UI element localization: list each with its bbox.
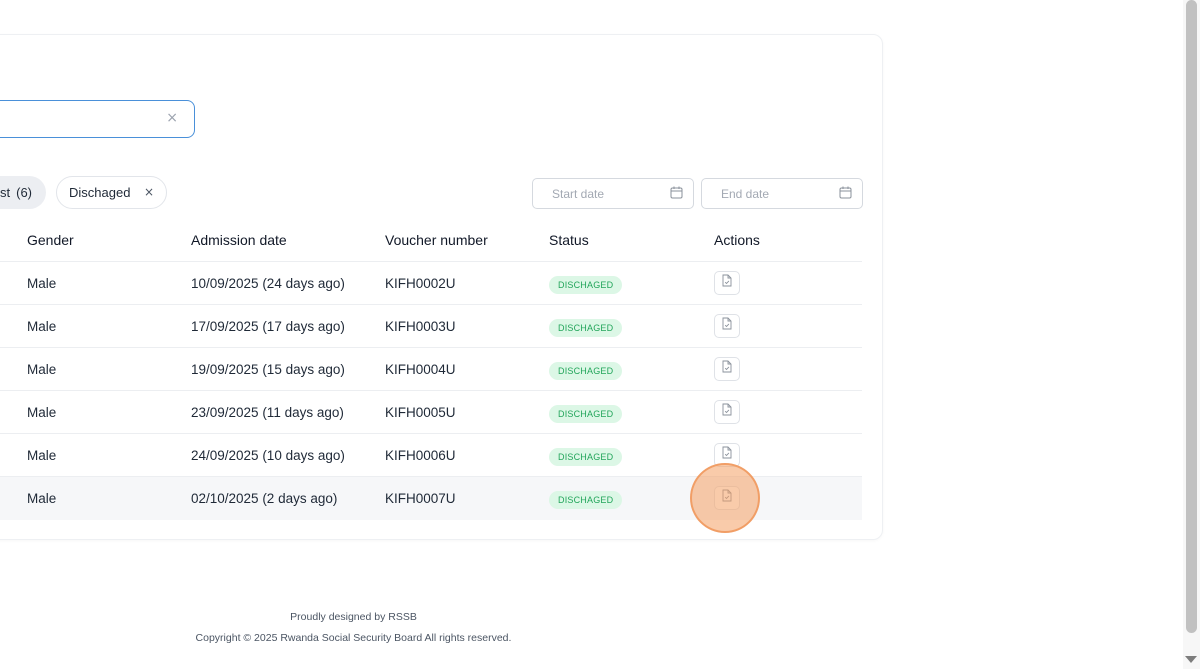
cell-gender: Male	[27, 319, 57, 334]
status-badge: DISCHAGED	[549, 491, 623, 509]
calendar-icon	[839, 186, 852, 199]
document-check-icon	[721, 403, 733, 421]
cell-admission-date: 23/09/2025 (11 days ago)	[191, 405, 344, 420]
start-date-picker[interactable]	[532, 178, 694, 209]
status-badge: DISCHAGED	[549, 276, 623, 294]
end-date-input[interactable]	[702, 179, 822, 208]
column-header-voucher-number: Voucher number	[385, 232, 488, 248]
cell-voucher-number: KIFH0002U	[385, 276, 456, 291]
status-badge: DISCHAGED	[549, 405, 623, 423]
cell-gender: Male	[27, 405, 57, 420]
document-check-icon	[721, 274, 733, 292]
cell-voucher-number: KIFH0005U	[385, 405, 456, 420]
cell-voucher-number: KIFH0003U	[385, 319, 456, 334]
column-header-admission-date: Admission date	[191, 232, 287, 248]
cell-admission-date: 17/09/2025 (17 days ago)	[191, 319, 345, 334]
scrollbar[interactable]	[1183, 0, 1200, 669]
document-check-icon	[721, 489, 733, 507]
cell-admission-date: 24/09/2025 (10 days ago)	[191, 448, 345, 463]
scrollbar-thumb[interactable]	[1186, 0, 1197, 633]
cell-admission-date: 10/09/2025 (24 days ago)	[191, 276, 345, 291]
view-document-button[interactable]	[714, 314, 740, 338]
table-row[interactable]: Male 19/09/2025 (15 days ago) KIFH0004U DIS…	[0, 348, 862, 391]
calendar-icon	[670, 186, 683, 199]
document-check-icon	[721, 446, 733, 464]
scroll-down-arrow-icon[interactable]	[1185, 656, 1197, 663]
search-input[interactable]	[0, 101, 161, 137]
cell-gender: Male	[27, 362, 57, 377]
column-header-gender: Gender	[27, 232, 74, 248]
end-date-picker[interactable]	[701, 178, 863, 209]
table-row[interactable]: Male 24/09/2025 (10 days ago) KIFH0006U DIS…	[0, 434, 862, 477]
cell-gender: Male	[27, 276, 57, 291]
filter-chip-all[interactable]: st (6)	[0, 176, 46, 209]
clear-search-icon[interactable]: ×	[166, 110, 178, 126]
column-header-actions: Actions	[714, 232, 760, 248]
status-badge: DISCHAGED	[549, 362, 623, 380]
cell-admission-date: 02/10/2025 (2 days ago)	[191, 491, 338, 506]
status-badge: DISCHAGED	[549, 319, 623, 337]
filter-chip-discharged[interactable]: Dischaged ×	[56, 176, 167, 209]
cell-admission-date: 19/09/2025 (15 days ago)	[191, 362, 345, 377]
status-badge: DISCHAGED	[549, 448, 623, 466]
filter-chip-all-label: st	[0, 185, 11, 200]
column-header-status: Status	[549, 232, 589, 248]
table-row[interactable]: Male 10/09/2025 (24 days ago) KIFH0002U DIS…	[0, 262, 862, 305]
cell-voucher-number: KIFH0006U	[385, 448, 456, 463]
view-document-button[interactable]	[714, 486, 740, 510]
document-check-icon	[721, 317, 733, 335]
table-row[interactable]: Male 23/09/2025 (11 days ago) KIFH0005U DIS…	[0, 391, 862, 434]
remove-filter-icon[interactable]: ×	[144, 185, 154, 199]
footer-copyright: Copyright © 2025 Rwanda Social Security …	[195, 632, 512, 644]
cell-voucher-number: KIFH0007U	[385, 491, 456, 506]
view-document-button[interactable]	[714, 443, 740, 467]
document-check-icon	[721, 360, 733, 378]
cell-gender: Male	[27, 448, 57, 463]
start-date-input[interactable]	[533, 179, 653, 208]
cell-voucher-number: KIFH0004U	[385, 362, 456, 377]
view-document-button[interactable]	[714, 400, 740, 424]
cell-gender: Male	[27, 491, 57, 506]
view-document-button[interactable]	[714, 271, 740, 295]
filter-chip-discharged-label: Dischaged	[69, 185, 131, 200]
footer-designed-by: Proudly designed by RSSB	[290, 611, 417, 623]
view-document-button[interactable]	[714, 357, 740, 381]
table-row[interactable]: Male 02/10/2025 (2 days ago) KIFH0007U DISC…	[0, 477, 862, 520]
filter-chip-all-count: (6)	[16, 185, 33, 200]
table-row[interactable]: Male 17/09/2025 (17 days ago) KIFH0003U DIS…	[0, 305, 862, 348]
search-field[interactable]: ×	[0, 100, 195, 138]
